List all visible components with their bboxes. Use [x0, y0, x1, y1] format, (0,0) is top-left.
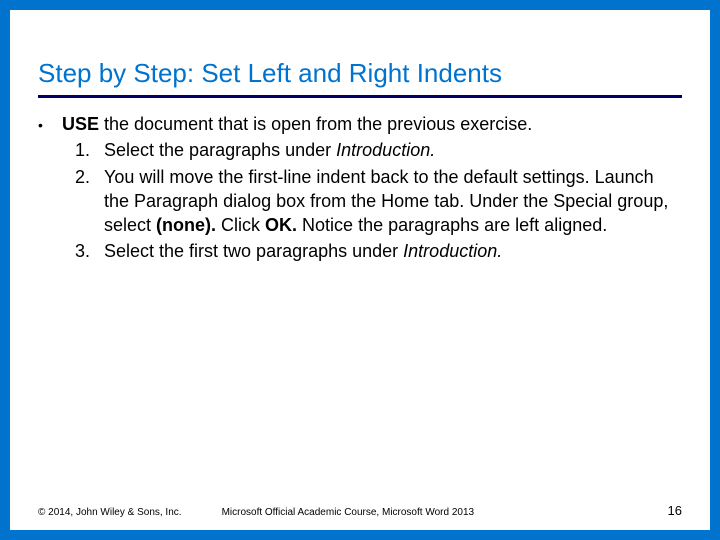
- numbered-list: 1. Select the paragraphs under Introduct…: [64, 138, 682, 263]
- list-item: 2. You will move the first-line indent b…: [64, 165, 682, 238]
- slide-title: Step by Step: Set Left and Right Indents: [38, 58, 682, 98]
- text-run: Notice the paragraphs are left aligned.: [297, 215, 607, 235]
- footer-course: Microsoft Official Academic Course, Micr…: [182, 507, 668, 518]
- text-run: Click: [216, 215, 265, 235]
- list-number: 1.: [64, 138, 104, 162]
- slide: Step by Step: Set Left and Right Indents…: [0, 0, 720, 540]
- list-item: 1. Select the paragraphs under Introduct…: [64, 138, 682, 162]
- text-em: Introduction.: [336, 140, 435, 160]
- text-bold: OK.: [265, 215, 297, 235]
- list-number: 3.: [64, 239, 104, 263]
- text-run: Select the first two paragraphs under: [104, 241, 403, 261]
- text-run: Select the paragraphs under: [104, 140, 336, 160]
- bullet-mark: •: [38, 112, 62, 136]
- slide-footer: © 2014, John Wiley & Sons, Inc. Microsof…: [38, 503, 682, 518]
- bullet-lead-rest: the document that is open from the previ…: [99, 114, 532, 134]
- text-em: Introduction.: [403, 241, 502, 261]
- list-number: 2.: [64, 165, 104, 238]
- footer-copyright: © 2014, John Wiley & Sons, Inc.: [38, 507, 182, 518]
- slide-content: • USE the document that is open from the…: [38, 112, 682, 264]
- bullet-text: USE the document that is open from the p…: [62, 112, 682, 136]
- bullet-lead-bold: USE: [62, 114, 99, 134]
- list-text: Select the first two paragraphs under In…: [104, 239, 682, 263]
- list-item: 3. Select the first two paragraphs under…: [64, 239, 682, 263]
- bullet-item: • USE the document that is open from the…: [38, 112, 682, 136]
- list-text: You will move the first-line indent back…: [104, 165, 682, 238]
- text-bold: (none).: [156, 215, 216, 235]
- footer-page-number: 16: [668, 503, 682, 518]
- list-text: Select the paragraphs under Introduction…: [104, 138, 682, 162]
